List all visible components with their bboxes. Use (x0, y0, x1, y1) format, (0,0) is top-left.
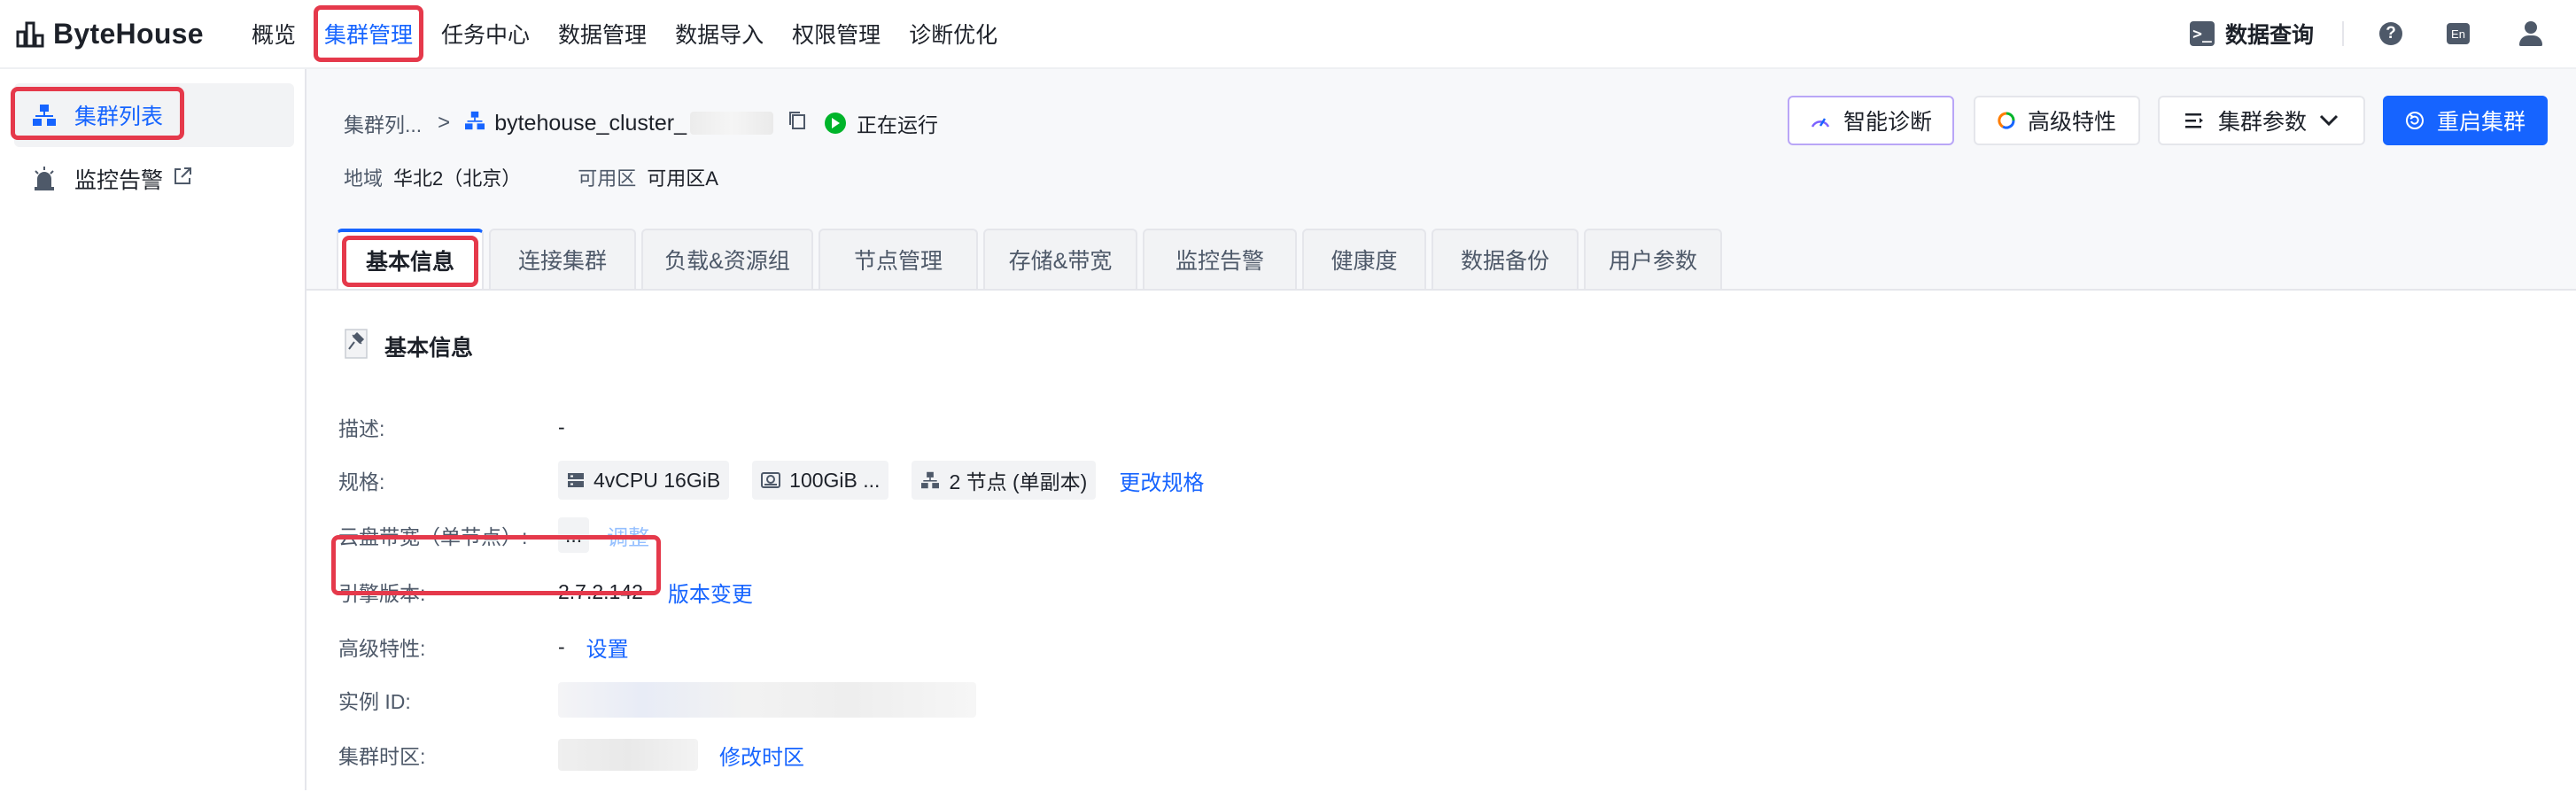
spec-cpu-value: 4vCPU 16GiB (594, 468, 721, 492)
smart-diagnosis-button[interactable]: 智能诊断 (1788, 96, 1954, 145)
timezone-label: 集群时区: (338, 745, 426, 768)
nav-item-cluster-management[interactable]: 集群管理 (314, 5, 424, 62)
cluster-tabs: 基本信息 连接集群 负载&资源组 节点管理 存储&带宽 监控告警 健康度 数据备… (337, 229, 1727, 289)
tab-health[interactable]: 健康度 (1302, 229, 1426, 289)
nav-item-data-import[interactable]: 数据导入 (675, 14, 764, 53)
external-link-icon[interactable] (172, 166, 193, 193)
instance-id-label: 实例 ID: (338, 690, 411, 713)
nav-item-task-center[interactable]: 任务中心 (441, 14, 530, 53)
top-right-actions: >_ 数据查询 ? En (2189, 0, 2544, 67)
smart-diagnosis-label: 智能诊断 (1843, 110, 1932, 135)
spec-label: 规格: (338, 470, 385, 493)
engine-version-highlight (331, 535, 661, 595)
cluster-status: 正在运行 (825, 108, 938, 138)
description-row: 描述: - (338, 408, 565, 446)
data-query-label: 数据查询 (2224, 23, 2314, 48)
spec-nodes-chip: 2 节点 (单副本) (912, 461, 1097, 500)
gauge-icon (1810, 111, 1831, 130)
restart-icon (2405, 111, 2425, 130)
disk-icon (761, 471, 781, 489)
cluster-icon (464, 111, 485, 136)
zone-label: 可用区 (578, 167, 637, 190)
change-timezone-link[interactable]: 修改时区 (719, 740, 804, 771)
tab-connect-cluster[interactable]: 连接集群 (489, 229, 636, 289)
tab-basic-info[interactable]: 基本信息 (337, 229, 484, 289)
nav-item-diagnosis-optimization[interactable]: 诊断优化 (909, 14, 997, 53)
spec-disk-value: 100GiB ... (789, 468, 881, 492)
breadcrumb: 集群列... > bytehouse_cluster_ 正在运行 (344, 108, 938, 138)
status-text: 正在运行 (857, 113, 938, 136)
redacted-cluster-suffix (690, 112, 773, 135)
tab-workload-resource-group[interactable]: 负载&资源组 (641, 229, 813, 289)
spec-nodes-value: 2 节点 (单副本) (949, 470, 1088, 493)
breadcrumb-separator: > (438, 111, 451, 135)
sidebar: 集群列表 监控告警 (0, 69, 306, 790)
divider (2342, 21, 2344, 46)
alarm-icon (27, 166, 62, 192)
cluster-params-dropdown[interactable]: 集群参数 (2158, 96, 2365, 145)
region-value: 华北2（北京） (393, 167, 522, 190)
tab-user-params[interactable]: 用户参数 (1584, 229, 1722, 289)
cluster-params-label: 集群参数 (2217, 110, 2307, 135)
advanced-features-button[interactable]: 高级特性 (1974, 96, 2140, 145)
running-icon (825, 113, 846, 134)
nodes-icon (920, 471, 940, 489)
help-icon[interactable]: ? (2379, 22, 2402, 45)
sidebar-item-monitoring-alarm[interactable]: 监控告警 (14, 147, 294, 211)
cluster-meta: 地域 华北2（北京） 可用区 可用区A (344, 163, 775, 191)
advanced-features-row: 高级特性: - 设置 (338, 627, 629, 666)
advanced-features-row-label: 高级特性: (338, 637, 426, 660)
redacted-instance-id (558, 682, 976, 718)
advanced-features-icon (1998, 112, 2015, 129)
restart-cluster-label: 重启集群 (2436, 110, 2526, 135)
section-title-text: 基本信息 (384, 335, 474, 361)
cluster-name: bytehouse_cluster_ (494, 110, 687, 136)
tab-node-management[interactable]: 节点管理 (819, 229, 978, 289)
tab-data-backup[interactable]: 数据备份 (1432, 229, 1579, 289)
nav-item-data-management[interactable]: 数据管理 (558, 14, 647, 53)
version-change-link[interactable]: 版本变更 (668, 577, 753, 608)
data-query-button[interactable]: >_ 数据查询 (2189, 18, 2314, 50)
nav-item-permission-management[interactable]: 权限管理 (792, 14, 881, 53)
description-value: - (558, 415, 565, 439)
timezone-row: 集群时区: 修改时区 (338, 735, 804, 774)
sidebar-item-cluster-list[interactable]: 集群列表 (11, 83, 294, 147)
logo-text: ByteHouse (53, 17, 204, 50)
advanced-settings-link[interactable]: 设置 (586, 632, 629, 663)
advanced-features-value: - (558, 634, 565, 658)
chevron-down-icon (2319, 114, 2339, 127)
nav-item-overview[interactable]: 概览 (252, 14, 296, 53)
copy-icon[interactable] (788, 110, 807, 136)
main-nav: 概览 集群管理 任务中心 数据管理 数据导入 权限管理 诊断优化 (252, 0, 1026, 67)
region-label: 地域 (344, 167, 384, 190)
advanced-features-label: 高级特性 (2027, 110, 2116, 135)
restart-cluster-button[interactable]: 重启集群 (2383, 96, 2548, 145)
spec-row: 规格: 4vCPU 16GiB 100GiB ... 2 节点 (单副本) 更改… (338, 461, 1204, 500)
top-navigation-bar: ByteHouse 概览 集群管理 任务中心 数据管理 数据导入 权限管理 诊断… (0, 0, 2576, 69)
change-spec-link[interactable]: 更改规格 (1119, 465, 1204, 496)
server-icon (567, 471, 585, 489)
spec-cpu-chip: 4vCPU 16GiB (558, 461, 730, 500)
tab-monitoring-alarm[interactable]: 监控告警 (1143, 229, 1297, 289)
spec-disk-chip: 100GiB ... (752, 461, 889, 500)
section-title: 基本信息 (344, 326, 473, 366)
description-label: 描述: (338, 417, 385, 440)
language-icon[interactable]: En (2447, 23, 2470, 44)
list-icon (2184, 112, 2206, 129)
sidebar-item-label: 监控告警 (74, 168, 164, 193)
cluster-list-icon (27, 104, 62, 127)
bytehouse-logo-icon (16, 21, 44, 48)
instance-id-row: 实例 ID: (338, 680, 976, 719)
user-icon[interactable] (2518, 20, 2544, 47)
sidebar-item-label: 集群列表 (74, 105, 164, 129)
breadcrumb-cluster-list[interactable]: 集群列... (344, 108, 422, 138)
redacted-timezone (558, 739, 698, 771)
tab-storage-bandwidth[interactable]: 存储&带宽 (983, 229, 1137, 289)
zone-value: 可用区A (647, 167, 718, 190)
bytehouse-logo[interactable]: ByteHouse (16, 18, 252, 50)
document-pin-icon (344, 326, 370, 366)
terminal-icon: >_ (2189, 21, 2215, 46)
